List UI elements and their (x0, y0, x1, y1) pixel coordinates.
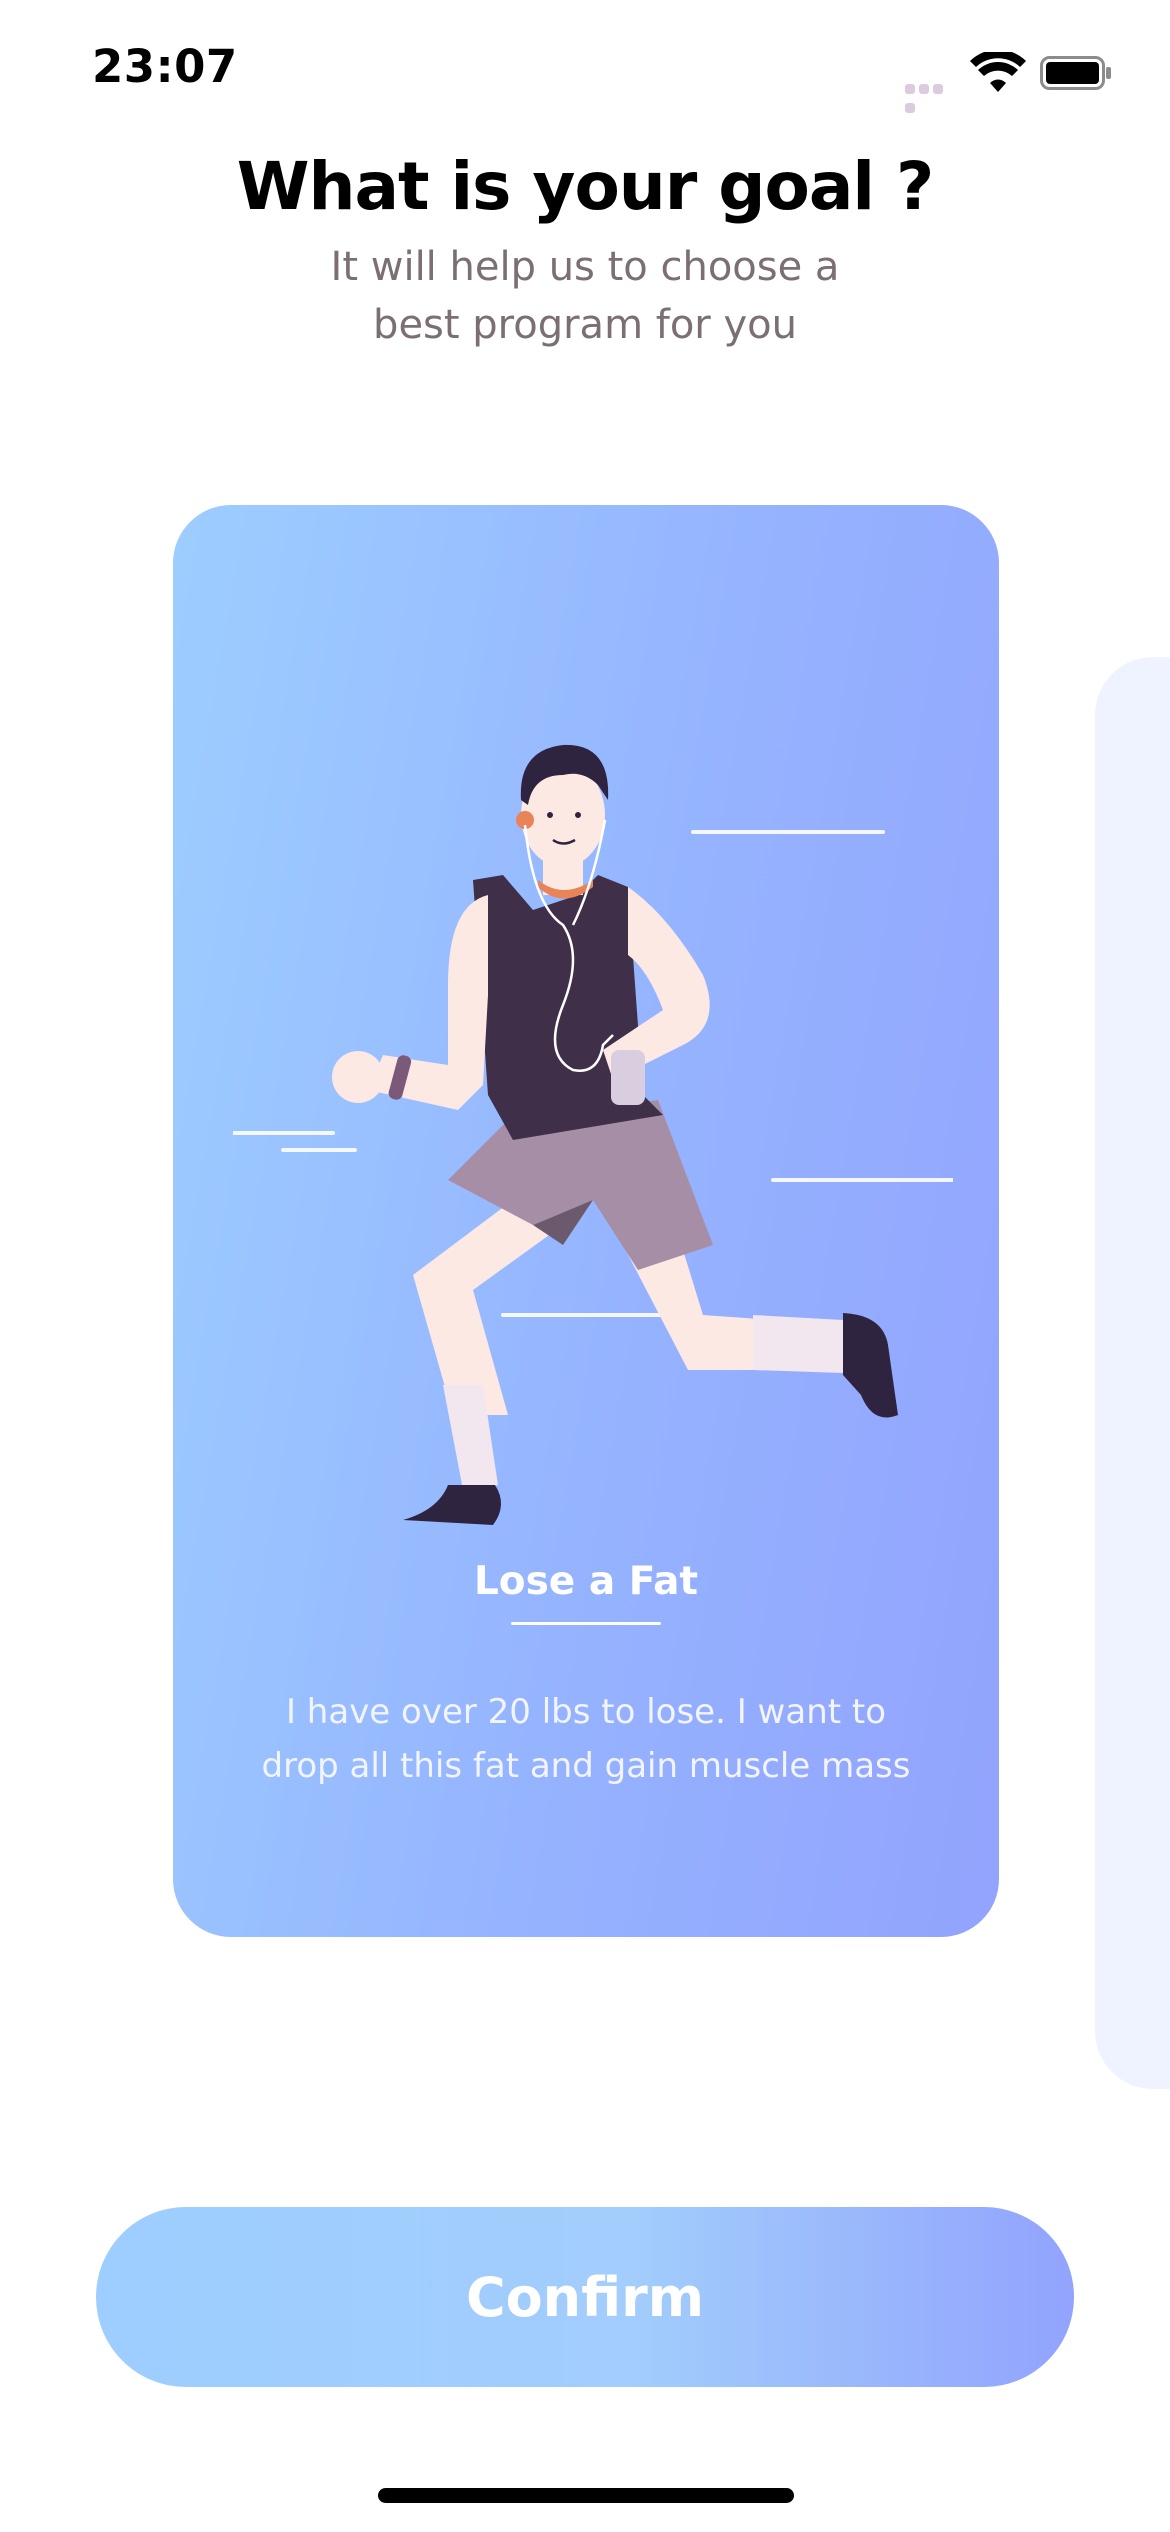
goal-card-description: I have over 20 lbs to lose. I want to dr… (261, 1692, 911, 1786)
subtitle-line-1: It will help us to choose a (330, 244, 840, 290)
subtitle-line-2: best program for you (373, 302, 797, 348)
page-title: What is your goal ? (236, 148, 935, 225)
running-man-illustration (233, 744, 953, 1525)
home-indicator[interactable] (378, 2488, 794, 2503)
confirm-button[interactable]: Confirm (96, 2207, 1074, 2387)
wifi-icon (970, 52, 1026, 92)
goal-card-title: Lose a Fat (473, 1559, 699, 1604)
goal-selection-screen: 23:07 What is your goal ? It will help u… (0, 0, 1170, 2532)
next-goal-card-peek[interactable] (1095, 657, 1170, 2089)
status-time: 23:07 (92, 40, 238, 93)
battery-icon (1040, 56, 1111, 90)
confirm-button-label: Confirm (465, 2265, 705, 2329)
cellular-signal-icon (905, 79, 959, 113)
goal-card-divider (511, 1622, 661, 1625)
page-subtitle: It will help us to choose a best program… (285, 238, 885, 354)
goal-card-lose-fat[interactable]: Lose a Fat I have over 20 lbs to lose. I… (173, 505, 999, 1937)
